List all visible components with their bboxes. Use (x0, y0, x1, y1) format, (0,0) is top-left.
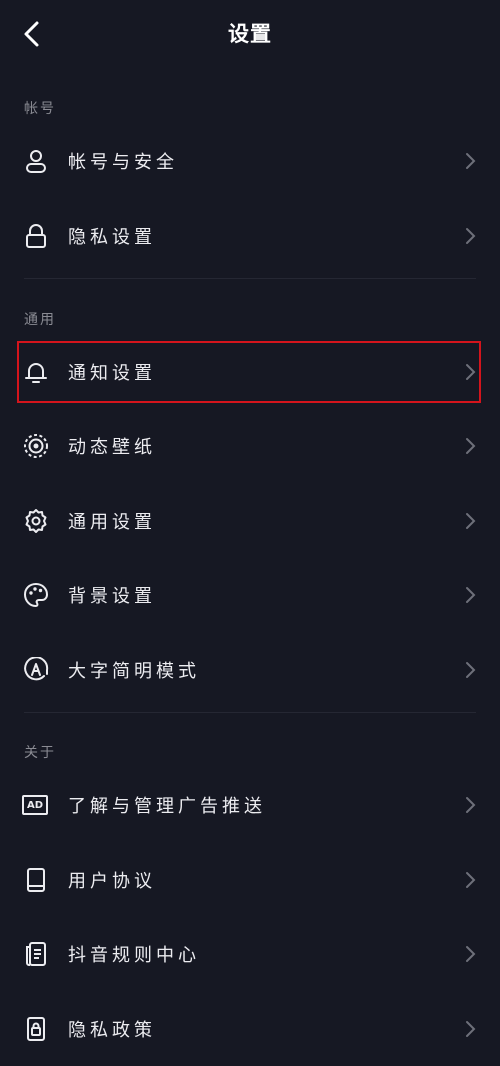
section-label-about: 关于 (24, 745, 56, 761)
settings-item-label: 背景设置 (68, 586, 156, 607)
large-text-icon (22, 656, 50, 684)
settings-item-label: 抖音规则中心 (68, 945, 200, 966)
chevron-right-icon (464, 227, 476, 245)
settings-item-live-wallpaper[interactable]: 动态壁纸 (0, 409, 500, 483)
chevron-right-icon (464, 1020, 476, 1038)
header: 设置 (0, 0, 500, 68)
lock-icon (22, 222, 50, 250)
settings-item-label: 动态壁纸 (68, 437, 156, 458)
settings-item-account-security[interactable]: 帐号与安全 (0, 124, 500, 198)
settings-item-privacy-policy[interactable]: 隐私政策 (0, 992, 500, 1066)
chevron-right-icon (464, 796, 476, 814)
section-divider (24, 278, 476, 279)
settings-item-general[interactable]: 通用设置 (0, 484, 500, 558)
book-icon (22, 866, 50, 894)
chevron-right-icon (464, 586, 476, 604)
gear-icon (22, 507, 50, 535)
settings-item-label: 大字简明模式 (68, 661, 200, 682)
section-label-account: 帐号 (24, 101, 56, 117)
settings-item-user-agreement[interactable]: 用户协议 (0, 843, 500, 917)
chevron-right-icon (464, 871, 476, 889)
user-icon (22, 147, 50, 175)
settings-item-notifications[interactable]: 通知设置 (0, 335, 500, 409)
settings-item-privacy[interactable]: 隐私设置 (0, 199, 500, 273)
palette-icon (22, 581, 50, 609)
chevron-right-icon (464, 512, 476, 530)
ad-icon: AD (22, 795, 48, 815)
privacy-lock-icon (22, 1015, 50, 1043)
settings-item-label: 隐私设置 (68, 227, 156, 248)
settings-item-label: 隐私政策 (68, 1020, 156, 1041)
document-icon (22, 940, 50, 968)
settings-item-label: 用户协议 (68, 871, 156, 892)
settings-item-label: 通用设置 (68, 512, 156, 533)
section-divider (24, 712, 476, 713)
section-label-general: 通用 (24, 312, 56, 328)
chevron-right-icon (464, 363, 476, 381)
chevron-right-icon (464, 661, 476, 679)
bell-icon (22, 358, 50, 386)
settings-item-background[interactable]: 背景设置 (0, 558, 500, 632)
chevron-right-icon (464, 945, 476, 963)
page-title: 设置 (228, 22, 272, 46)
settings-item-label: 帐号与安全 (68, 152, 178, 173)
settings-item-large-text-mode[interactable]: 大字简明模式 (0, 633, 500, 707)
settings-item-ad-management[interactable]: AD 了解与管理广告推送 (0, 768, 500, 842)
chevron-right-icon (464, 437, 476, 455)
ad-icon-text: AD (26, 799, 44, 811)
settings-item-label: 通知设置 (68, 363, 156, 384)
settings-item-rules-center[interactable]: 抖音规则中心 (0, 917, 500, 991)
settings-item-label: 了解与管理广告推送 (68, 796, 266, 817)
live-wallpaper-icon (22, 432, 50, 460)
chevron-right-icon (464, 152, 476, 170)
